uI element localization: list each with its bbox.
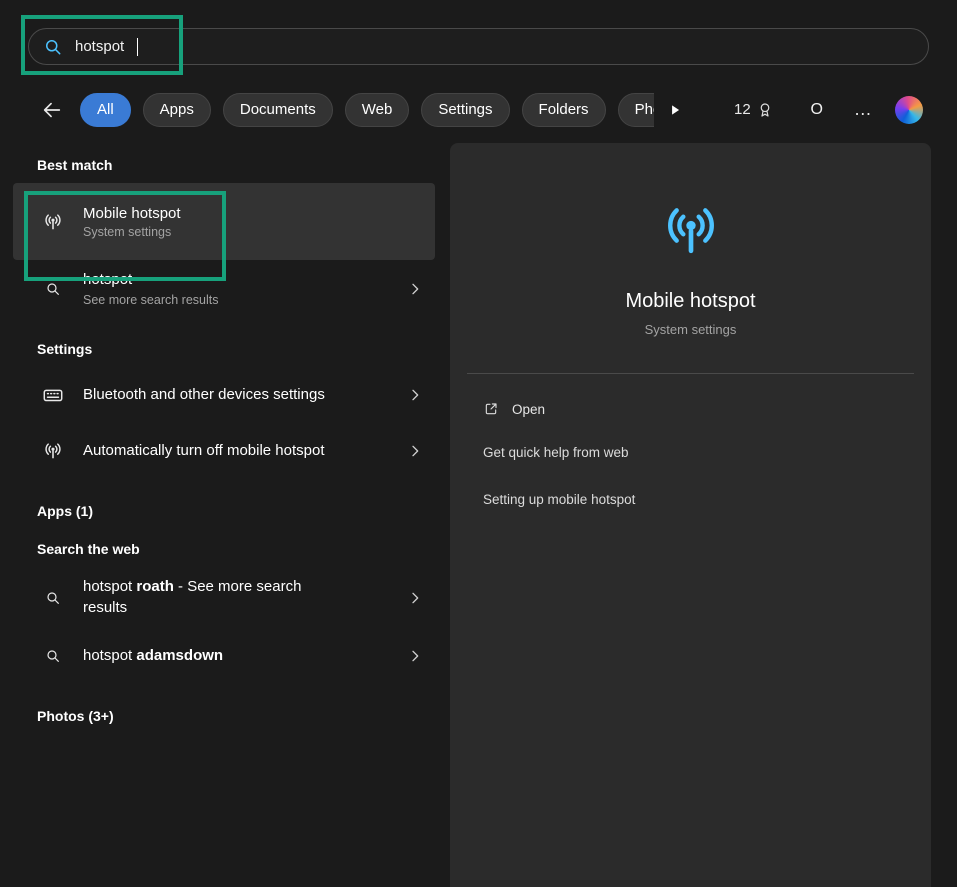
filter-tab-bar: All Apps Documents Web Settings Folders …: [0, 91, 957, 128]
back-button[interactable]: [38, 96, 66, 124]
result-auto-turn-off-hotspot[interactable]: Automatically turn off mobile hotspot: [13, 423, 435, 479]
link-setting-up-hotspot[interactable]: Setting up mobile hotspot: [467, 478, 914, 521]
tab-all[interactable]: All: [80, 93, 131, 127]
tabs-overflow-button[interactable]: [664, 99, 686, 121]
filter-tabs: All Apps Documents Web Settings Folders …: [80, 93, 654, 127]
rewards-medal-icon: [756, 101, 774, 119]
chevron-right-icon: [407, 590, 423, 606]
back-arrow-icon: [41, 99, 63, 121]
rewards-counter[interactable]: 12: [734, 101, 774, 119]
tab-documents[interactable]: Documents: [223, 93, 333, 127]
chevron-right-icon: [407, 387, 423, 403]
hotspot-icon: [41, 439, 65, 463]
open-button[interactable]: Open: [467, 387, 914, 431]
result-web-hotspot-roath[interactable]: hotspot roath - See more search results: [13, 567, 435, 628]
result-bluetooth-devices-settings[interactable]: Bluetooth and other devices settings: [13, 367, 435, 423]
avatar-initial: O: [810, 101, 822, 119]
preview-subtitle: System settings: [645, 322, 737, 337]
windows-search-flyout: hotspot All Apps Documents Web Settings …: [0, 0, 957, 887]
preview-panel: Mobile hotspot System settings Open Get …: [450, 143, 931, 887]
copilot-icon[interactable]: [895, 96, 923, 124]
devices-icon: [41, 383, 65, 407]
search-icon: [41, 644, 65, 668]
user-avatar[interactable]: O: [804, 97, 830, 123]
result-title: Mobile hotspot: [83, 205, 181, 222]
open-external-icon: [483, 401, 499, 417]
photos-heading: Photos (3+): [37, 708, 435, 724]
hotspot-icon-large: [658, 198, 724, 264]
search-results-list: Best match Mobile hotspot System setting…: [13, 143, 435, 734]
best-match-heading: Best match: [37, 157, 435, 173]
result-web-hotspot-adamsdown[interactable]: hotspot adamsdown: [13, 628, 435, 684]
search-icon: [43, 37, 63, 57]
search-icon: [41, 277, 65, 301]
preview-title: Mobile hotspot: [625, 290, 755, 313]
tab-settings[interactable]: Settings: [421, 93, 509, 127]
result-subtitle: See more search results: [83, 293, 333, 307]
result-title: hotspot: [83, 270, 333, 290]
result-title: Bluetooth and other devices settings: [83, 385, 333, 405]
more-options-button[interactable]: …: [850, 99, 877, 120]
preview-actions: Open Get quick help from web Setting up …: [450, 374, 931, 521]
link-get-quick-help[interactable]: Get quick help from web: [467, 431, 914, 474]
settings-heading: Settings: [37, 341, 435, 357]
result-title: hotspot roath - See more search results: [83, 577, 333, 618]
search-the-web-heading: Search the web: [37, 541, 435, 557]
chevron-right-icon: [407, 443, 423, 459]
chevron-right-icon: [407, 648, 423, 664]
apps-heading: Apps (1): [37, 503, 435, 519]
play-arrow-icon: [668, 103, 682, 117]
result-subtitle: System settings: [83, 225, 181, 239]
tab-web[interactable]: Web: [345, 93, 410, 127]
rewards-count: 12: [734, 101, 751, 118]
search-icon: [41, 586, 65, 610]
search-input[interactable]: hotspot: [28, 28, 929, 65]
result-title: Automatically turn off mobile hotspot: [83, 441, 333, 461]
search-query-text: hotspot: [75, 38, 124, 55]
text-cursor: [137, 38, 138, 56]
result-see-more[interactable]: hotspot See more search results: [13, 260, 435, 317]
result-mobile-hotspot[interactable]: Mobile hotspot System settings: [13, 183, 435, 260]
tab-photos[interactable]: Photos: [618, 93, 654, 127]
tab-folders[interactable]: Folders: [522, 93, 606, 127]
hotspot-icon: [41, 210, 65, 234]
result-title: hotspot adamsdown: [83, 646, 333, 666]
chevron-right-icon: [407, 281, 423, 297]
open-label: Open: [512, 402, 545, 417]
tab-apps[interactable]: Apps: [143, 93, 211, 127]
